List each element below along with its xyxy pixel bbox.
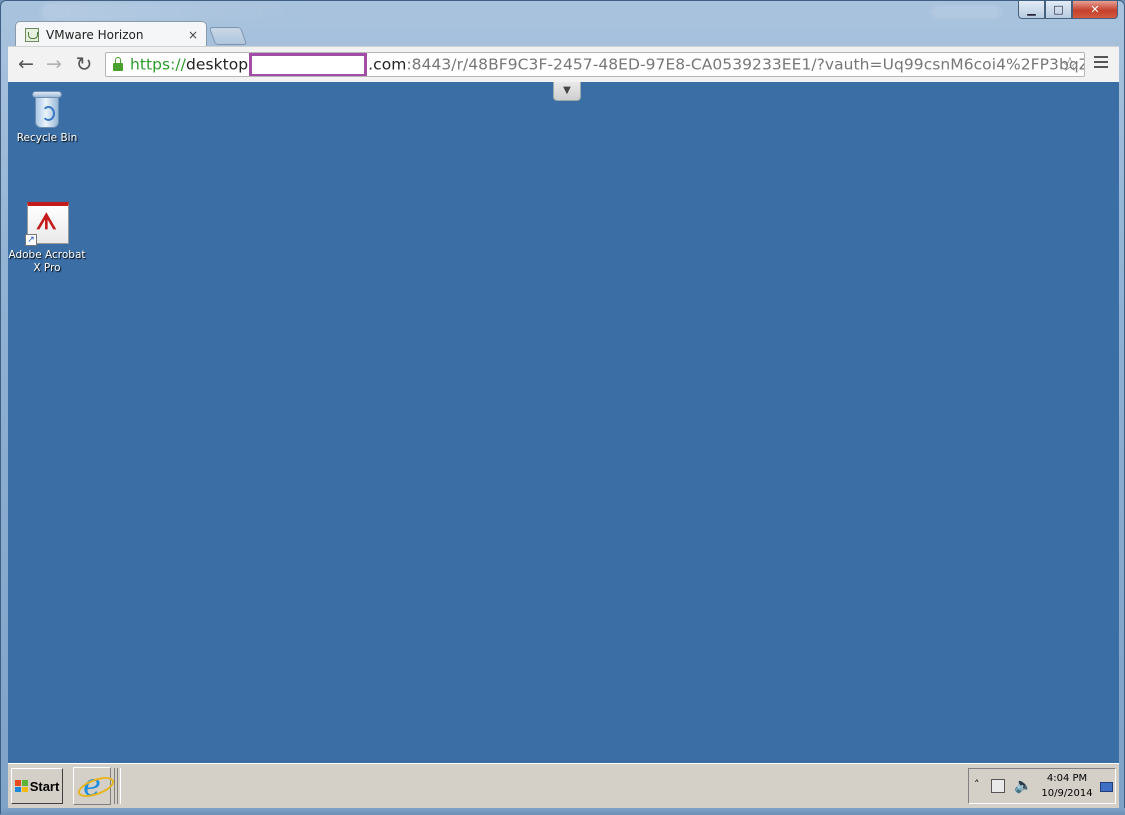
url-path: :8443/r/48BF9C3F-2457-48ED-97E8-CA053923… <box>406 55 1085 73</box>
acrobat-icon: ᗑ ↗ <box>25 202 69 246</box>
network-icon[interactable] <box>991 779 1005 793</box>
start-label: Start <box>29 778 60 794</box>
system-tray: ˄ 🔈 4:04 PM 10/9/2014 <box>968 768 1116 804</box>
vmware-favicon-icon <box>25 27 39 42</box>
forward-button[interactable]: → <box>43 54 65 74</box>
url-scheme: https:// <box>130 55 186 73</box>
redaction-box <box>249 53 368 76</box>
browser-toolbar: ← → ↻ https://desktop .com:8443/r/48BF9C3… <box>8 46 1119 82</box>
clock-time[interactable]: 4:04 PM <box>1037 773 1097 784</box>
horizon-toolbar-toggle[interactable]: ▼ <box>553 82 581 101</box>
clock-date[interactable]: 10/9/2014 <box>1037 788 1097 799</box>
remote-desktop[interactable]: ▼ Recycle Bin ᗑ ↗ Adobe Acrobat X Pro <box>8 82 1119 763</box>
window-controls: ▁ □ ✕ <box>1018 1 1118 21</box>
url-host-suffix: .com <box>368 55 407 73</box>
tab-title: VMware Horizon <box>46 27 144 42</box>
desktop-icon-acrobat[interactable]: ᗑ ↗ Adobe Acrobat X Pro <box>7 202 87 275</box>
browser-tab-active[interactable]: VMware Horizon × <box>15 21 207 47</box>
tray-expand-icon[interactable]: ˄ <box>974 778 980 791</box>
close-window-button[interactable]: ✕ <box>1072 1 1118 19</box>
recycle-bin-icon <box>32 90 62 128</box>
recycle-bin-label: Recycle Bin <box>16 132 78 144</box>
maximize-button[interactable]: □ <box>1045 1 1072 19</box>
acrobat-label-line2: X Pro <box>33 262 61 274</box>
bookmark-star-icon[interactable]: ☆ <box>1061 53 1079 75</box>
minimize-button[interactable]: ▁ <box>1018 1 1045 19</box>
show-desktop-icon[interactable] <box>1100 782 1113 792</box>
internet-explorer-quicklaunch[interactable]: e <box>73 767 111 805</box>
titlebar-blurred-text <box>41 3 301 21</box>
acrobat-label-line1: Adobe Acrobat <box>8 249 86 261</box>
titlebar-blurred-user <box>931 5 1001 19</box>
tab-close-icon[interactable]: × <box>188 28 198 42</box>
reload-button[interactable]: ↻ <box>73 54 95 74</box>
url-text: https://desktop .com:8443/r/48BF9C3F-2457… <box>130 53 1085 76</box>
volume-icon[interactable]: 🔈 <box>1014 776 1033 794</box>
browser-window: ▁ □ ✕ VMware Horizon × ← → ↻ https://des… <box>0 0 1125 815</box>
back-button[interactable]: ← <box>15 54 37 74</box>
internet-explorer-icon: e <box>83 768 101 803</box>
remote-taskbar: Start e ˄ 🔈 4:04 PM 10/9/2014 <box>8 763 1119 808</box>
shortcut-arrow-icon: ↗ <box>25 234 37 246</box>
new-tab-button[interactable] <box>208 27 248 45</box>
start-button[interactable]: Start <box>11 768 63 804</box>
address-bar[interactable]: https://desktop .com:8443/r/48BF9C3F-2457… <box>105 52 1085 77</box>
windows-flag-icon <box>14 780 28 792</box>
desktop-icon-recycle-bin[interactable]: Recycle Bin <box>7 90 87 145</box>
taskbar-grip-line <box>117 768 118 804</box>
browser-menu-icon[interactable] <box>1094 56 1108 71</box>
lock-icon <box>113 57 123 71</box>
url-host-prefix: desktop <box>185 55 249 73</box>
